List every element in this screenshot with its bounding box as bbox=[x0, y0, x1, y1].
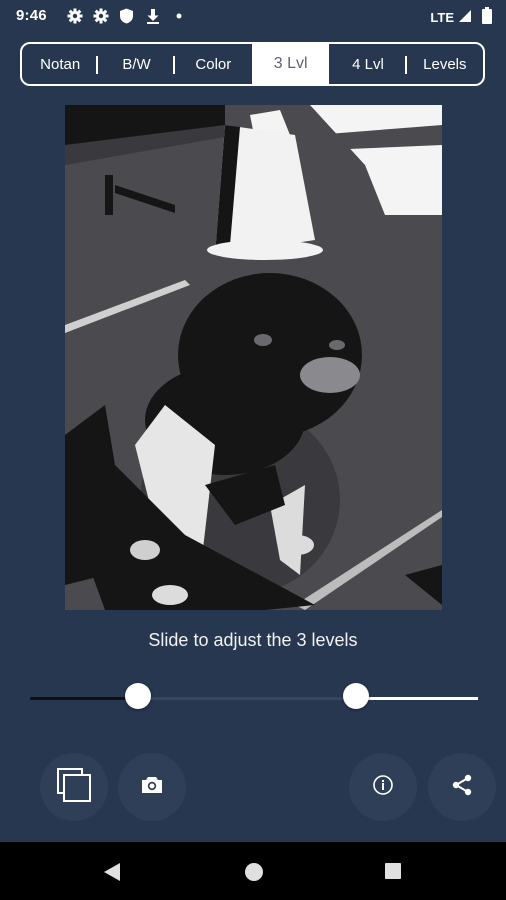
tab-bw[interactable]: B/W bbox=[98, 44, 176, 84]
slider-caption: Slide to adjust the 3 levels bbox=[148, 630, 358, 650]
tab-levels[interactable]: Levels bbox=[407, 44, 483, 84]
gallery-icon bbox=[57, 767, 91, 807]
tab-4-lvl[interactable]: 4 Lvl bbox=[329, 44, 408, 84]
slider-track-light bbox=[355, 697, 478, 700]
posterized-photo bbox=[65, 105, 442, 610]
signal-icon bbox=[458, 9, 472, 26]
status-time: 9:46 bbox=[16, 7, 47, 24]
gear-icon bbox=[66, 7, 83, 24]
slider-thumb-low[interactable] bbox=[124, 683, 151, 709]
slider-thumb-high[interactable] bbox=[342, 683, 369, 709]
share-button[interactable] bbox=[428, 753, 496, 821]
download-icon bbox=[144, 7, 161, 24]
share-icon bbox=[450, 773, 474, 802]
slider-track-mid bbox=[137, 697, 356, 700]
mode-tabs: Notan B/W Color 3 Lvl 4 Lvl Levels bbox=[20, 42, 485, 86]
recents-icon[interactable] bbox=[384, 862, 402, 885]
info-icon bbox=[372, 774, 394, 801]
battery-icon bbox=[482, 7, 492, 27]
status-bar: 9:46 LTE bbox=[0, 0, 506, 32]
back-icon[interactable] bbox=[103, 862, 121, 887]
status-icons bbox=[66, 7, 187, 24]
gear-icon bbox=[92, 7, 109, 24]
tab-color[interactable]: Color bbox=[175, 44, 252, 84]
dot-icon bbox=[170, 7, 187, 24]
slider-track-dark bbox=[30, 697, 138, 700]
camera-button[interactable] bbox=[118, 753, 186, 821]
status-right: LTE bbox=[430, 7, 492, 27]
network-label: LTE bbox=[430, 9, 454, 25]
tab-notan[interactable]: Notan bbox=[22, 44, 99, 84]
tab-3-lvl[interactable]: 3 Lvl bbox=[252, 44, 330, 84]
info-button[interactable] bbox=[349, 753, 417, 821]
shield-icon bbox=[118, 7, 135, 24]
home-icon[interactable] bbox=[244, 862, 264, 887]
camera-icon bbox=[141, 776, 163, 799]
navigation-bar bbox=[0, 842, 506, 900]
levels-range-slider[interactable] bbox=[30, 678, 478, 718]
gallery-button[interactable] bbox=[40, 753, 108, 821]
